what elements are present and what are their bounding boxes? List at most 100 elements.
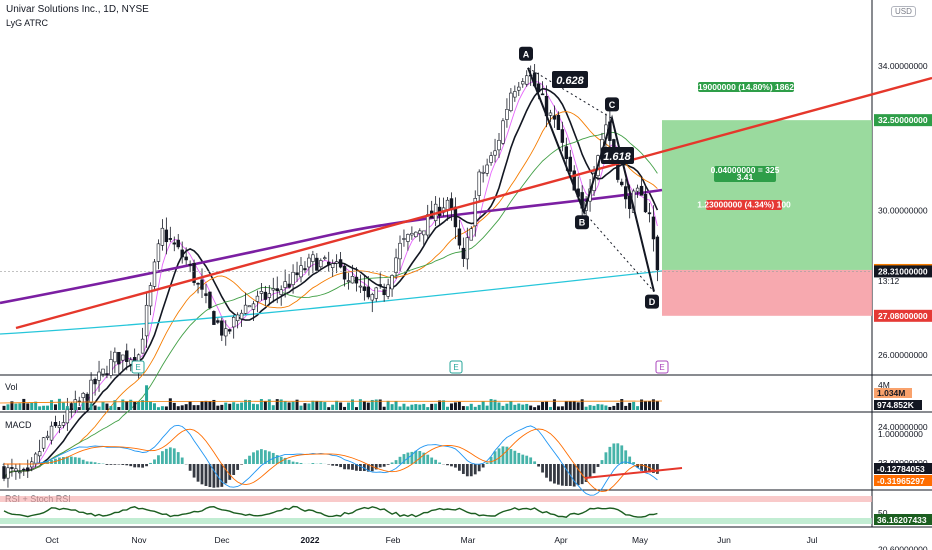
candle-body [620, 181, 624, 186]
ratio-bc: 0.628 [556, 75, 584, 87]
volume-bar [560, 406, 564, 410]
volume-bar [584, 406, 588, 410]
volume-bar [545, 401, 549, 410]
volume-bar [521, 404, 525, 410]
macd-histogram-bar [81, 459, 85, 464]
ma-line-200 [0, 188, 663, 305]
volume-bar [125, 401, 129, 410]
volume-bar [548, 406, 552, 410]
macd-histogram-bar [525, 455, 529, 464]
x-tick-label: Jul [807, 535, 818, 545]
macd-histogram-bar [240, 464, 243, 465]
ma-line-20 [3, 111, 658, 479]
volume-bar [572, 401, 576, 410]
candle-body [418, 230, 422, 234]
volume-bar [596, 404, 600, 410]
macd-histogram-bar [430, 457, 434, 464]
volume-bar [93, 405, 97, 410]
volume-bar [457, 401, 461, 410]
macd-histogram-bar [604, 452, 608, 464]
candle-body [243, 304, 248, 314]
candle-body [212, 311, 216, 325]
x-tick-label: Dec [214, 535, 230, 545]
macd-histogram-bar [608, 446, 612, 464]
macd-histogram-bar [616, 443, 620, 464]
volume-bar [50, 400, 54, 410]
macd-histogram-bar [564, 464, 568, 486]
candle-body [525, 75, 529, 85]
candle-body [49, 425, 54, 441]
volume-bar [236, 403, 240, 410]
macd-histogram-bar [212, 464, 216, 488]
rsi-tag: 36.16207433 [877, 515, 927, 525]
candle-body [521, 81, 525, 85]
volume-bar [208, 401, 212, 410]
candle-body [295, 272, 299, 276]
candle-body [89, 379, 93, 403]
volume-bar [46, 405, 50, 410]
macd-histogram-bar [121, 464, 125, 465]
candle-body [53, 422, 58, 427]
candle-body [327, 261, 331, 265]
volume-bar [354, 407, 358, 410]
volume-bar [616, 402, 620, 410]
loss-zone [662, 269, 872, 316]
volume-bar [588, 405, 592, 410]
volume-bar [228, 403, 232, 410]
volume-bar [624, 405, 628, 410]
candle-body [481, 171, 485, 174]
candle-body [655, 236, 660, 271]
macd-histogram-bar [164, 448, 168, 464]
macd-histogram-bar [592, 464, 596, 474]
candle-body [105, 373, 109, 376]
macd-histogram-bar [632, 462, 636, 464]
candle-body [37, 451, 42, 457]
candle-body [552, 115, 557, 120]
target-price-tag: 32.50000000 [878, 115, 928, 125]
volume-bar [101, 401, 105, 410]
macd-histogram-bar [244, 459, 247, 464]
macd-histogram-bar [319, 463, 323, 464]
macd-histogram-bar [557, 464, 560, 485]
macd-histogram-bar [129, 464, 133, 467]
candle-body [501, 120, 505, 144]
macd-histogram-bar [359, 464, 362, 471]
candle-body [334, 261, 339, 264]
macd-histogram-bar [93, 462, 97, 464]
vol-tag: 1.034M [877, 388, 905, 398]
candle-body [378, 284, 382, 286]
macd-histogram-bar [485, 462, 489, 464]
price-axis: 38.0000000036.0000000034.0000000030.0000… [874, 61, 932, 550]
target-label: 4.19000000 (14.80%) 1862.6 [691, 82, 801, 92]
macd-histogram-bar [287, 459, 291, 464]
volume-bar [61, 402, 65, 410]
volume-bar [505, 403, 509, 410]
volume-bar [26, 403, 30, 410]
volume-bar [287, 402, 291, 410]
volume-bar [568, 401, 572, 410]
candle-body [6, 467, 10, 479]
ma-line-5 [3, 80, 658, 479]
earnings-marker-label: E [135, 363, 140, 372]
macd-histogram-bar [612, 443, 616, 464]
rsi-overbought-band [0, 496, 872, 502]
volume-bar [473, 406, 477, 410]
volume-bar [604, 405, 608, 410]
volume-bar [446, 406, 450, 410]
macd-histogram-bar [382, 464, 386, 467]
volume-bar [382, 406, 386, 410]
macd-histogram-bar [109, 464, 113, 465]
macd-histogram-bar [434, 459, 438, 464]
candle-body [164, 229, 169, 243]
candle-body [426, 214, 430, 236]
volume-bar [263, 400, 267, 410]
volume-bar [402, 403, 406, 410]
candle-body [235, 314, 240, 322]
candle-body [14, 468, 18, 472]
x-tick-label: Feb [386, 535, 401, 545]
volume-bar [105, 403, 109, 410]
price-chart[interactable]: A B C D 0.628 1.618 4.19000000 (14.80%) 1862.6… [0, 0, 932, 550]
candle-body [259, 291, 264, 294]
volume-bar [192, 405, 196, 410]
candle-body [643, 193, 648, 213]
